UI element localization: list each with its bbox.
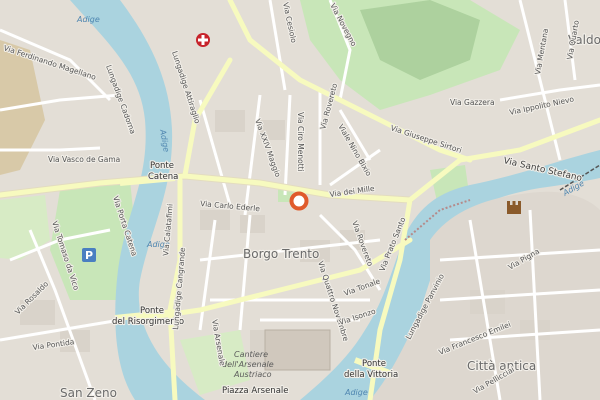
street-label-gazzera: Via Gazzera <box>450 98 495 107</box>
river-label-adige-top: Adige <box>76 15 100 24</box>
street-label-ciro-menotti: Via Ciro Menotti <box>296 112 305 172</box>
place-label-piazza-arsenale: Piazza Arsenale <box>222 386 289 396</box>
street-label-vasco-da-gama: Via Vasco de Gama <box>48 155 120 164</box>
hospital-icon[interactable] <box>196 33 210 47</box>
svg-text:P: P <box>85 249 93 262</box>
place-label-ponte-catena: Ponte Catena <box>148 161 178 182</box>
river-label-adige-bottom: Adige <box>344 388 368 397</box>
map-canvas[interactable]: Adige Adige Adige Adige Adige Borgo Tren… <box>0 0 600 400</box>
map-view[interactable]: Adige Adige Adige Adige Adige Borgo Tren… <box>0 0 600 400</box>
location-marker-icon[interactable] <box>289 191 309 211</box>
district-label-san-zeno: San Zeno <box>60 386 117 400</box>
castle-icon[interactable] <box>507 201 521 214</box>
district-label-borgo-trento: Borgo Trento <box>243 247 319 261</box>
parking-icon[interactable]: P <box>82 248 96 262</box>
